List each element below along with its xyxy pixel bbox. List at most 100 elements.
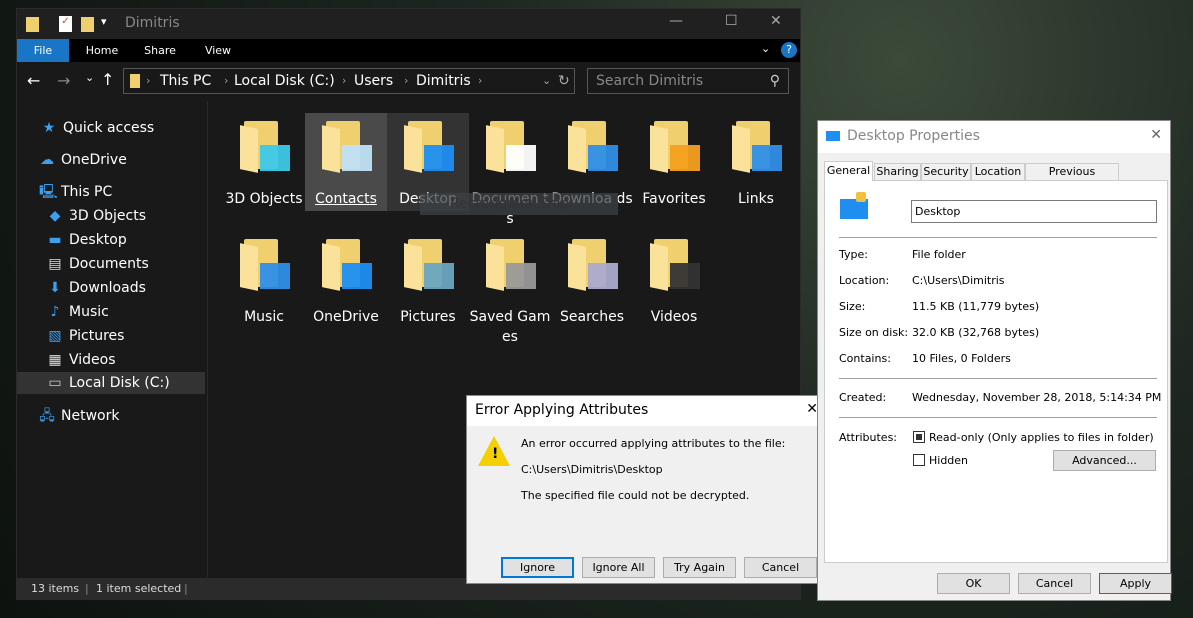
file-item[interactable]: Videos xyxy=(633,231,715,327)
tab-general[interactable]: General xyxy=(824,161,873,181)
file-item[interactable]: 3D Objects xyxy=(223,113,305,209)
nav-documents[interactable]: ▤ Documents xyxy=(47,253,148,275)
recent-locations-icon[interactable]: ⌄ xyxy=(85,71,94,84)
properties-title: Desktop Properties xyxy=(847,128,980,144)
file-item[interactable]: Saved Games xyxy=(469,231,551,347)
shortcut-arrow-icon xyxy=(752,145,782,171)
file-item[interactable]: OneDrive xyxy=(305,231,387,327)
general-tab-panel: Desktop Type: File folder Location: C:\U… xyxy=(824,180,1168,563)
try-again-button[interactable]: Try Again xyxy=(663,557,736,578)
breadcrumb-dimitris[interactable]: Dimitris xyxy=(416,69,471,93)
film-icon xyxy=(670,263,700,289)
breadcrumb-users[interactable]: Users xyxy=(354,69,393,93)
breadcrumb-local-disk[interactable]: Local Disk (C:) xyxy=(234,69,335,93)
location-label: Location: xyxy=(839,274,890,287)
file-item-label: OneDrive xyxy=(313,309,379,325)
folder-icon xyxy=(840,199,868,219)
maximize-icon[interactable]: ☐ xyxy=(725,13,738,29)
folder-icon xyxy=(26,17,39,32)
cancel-button[interactable]: Cancel xyxy=(1018,573,1091,594)
tab-view[interactable]: View xyxy=(193,39,243,62)
search-icon: ⚲ xyxy=(769,73,780,89)
address-bar[interactable]: › This PC › Local Disk (C:) › Users › Di… xyxy=(123,68,575,94)
star-icon xyxy=(670,145,700,171)
type-label: Type: xyxy=(839,248,868,261)
desktop-lock-icon xyxy=(424,145,454,171)
picture-icon xyxy=(424,263,454,289)
search-placeholder: Search Dimitris xyxy=(596,73,704,89)
refresh-icon[interactable]: ↻ xyxy=(558,69,570,93)
folder-lock-icon xyxy=(826,131,840,141)
properties-quick-icon[interactable]: ✓ xyxy=(59,16,72,32)
nav-quick-access[interactable]: ★ Quick access xyxy=(41,117,155,139)
advanced-button[interactable]: Advanced... xyxy=(1053,450,1156,471)
file-item[interactable]: Music xyxy=(223,231,305,327)
new-folder-quick-icon[interactable] xyxy=(81,17,94,32)
magnifier-icon xyxy=(588,263,618,289)
file-item-label: Contacts xyxy=(315,191,377,207)
customize-toolbar-icon[interactable]: ▾ xyxy=(101,15,107,28)
address-dropdown-icon[interactable]: ⌄ xyxy=(542,69,551,93)
nav-music[interactable]: ♪ Music xyxy=(47,301,109,323)
file-item[interactable]: Pictures xyxy=(387,231,469,327)
type-value: File folder xyxy=(912,248,966,261)
readonly-checkbox[interactable] xyxy=(913,431,925,443)
help-icon[interactable]: ? xyxy=(781,42,797,58)
download-icon: ⬇ xyxy=(49,280,61,296)
nav-onedrive[interactable]: ☁ OneDrive xyxy=(39,149,127,171)
nav-pictures[interactable]: ▧ Pictures xyxy=(47,325,124,347)
location-value: C:\Users\Dimitris xyxy=(912,274,1005,287)
navigation-bar: ← → ⌄ ↑ › This PC › Local Disk (C:) › Us… xyxy=(17,62,800,100)
apply-button[interactable]: Apply xyxy=(1099,573,1172,594)
nav-downloads[interactable]: ⬇ Downloads xyxy=(47,277,146,299)
forward-icon[interactable]: → xyxy=(57,71,70,90)
drive-icon: ▭ xyxy=(48,375,62,391)
star-icon: ★ xyxy=(42,120,56,136)
cube-icon: ◆ xyxy=(49,208,61,224)
tab-previous-versions[interactable]: Previous Versions xyxy=(1025,163,1119,194)
tab-share[interactable]: Share xyxy=(135,39,185,62)
tab-location[interactable]: Location xyxy=(971,163,1025,181)
tab-home[interactable]: Home xyxy=(77,39,127,62)
download-arrow-icon xyxy=(588,145,618,171)
back-icon[interactable]: ← xyxy=(27,71,40,90)
hidden-checkbox[interactable] xyxy=(913,454,925,466)
ok-button[interactable]: OK xyxy=(937,573,1010,594)
folder-name-input[interactable]: Desktop xyxy=(911,200,1157,223)
snip-overlay: Rectangular Snip xyxy=(420,193,618,215)
size-label: Size: xyxy=(839,300,866,313)
search-input[interactable]: Search Dimitris ⚲ xyxy=(587,68,789,94)
cube-icon xyxy=(260,145,290,171)
file-item[interactable]: Links xyxy=(715,113,797,209)
title-bar: ✓ ▾ Dimitris — ☐ ✕ xyxy=(17,9,800,39)
network-icon: 🖧 xyxy=(39,408,55,424)
nav-this-pc[interactable]: 🖳 This PC xyxy=(39,181,112,203)
nav-local-disk[interactable]: ▭ Local Disk (C:) xyxy=(17,372,205,394)
tab-sharing[interactable]: Sharing xyxy=(874,163,921,181)
nav-desktop[interactable]: ▬ Desktop xyxy=(47,229,126,251)
file-item[interactable]: Favorites xyxy=(633,113,715,209)
selection-count: 1 item selected xyxy=(96,582,182,595)
tab-file[interactable]: File xyxy=(17,39,69,62)
minimize-icon[interactable]: — xyxy=(669,13,683,29)
close-icon[interactable]: ✕ xyxy=(1150,127,1162,143)
up-icon[interactable]: ↑ xyxy=(101,70,114,89)
nav-3d-objects[interactable]: ◆ 3D Objects xyxy=(47,205,146,227)
chess-piece-icon xyxy=(506,263,536,289)
breadcrumb-this-pc[interactable]: This PC xyxy=(160,69,211,93)
cloud-icon xyxy=(342,263,372,289)
file-item[interactable]: Searches xyxy=(551,231,633,327)
lock-icon xyxy=(856,192,866,202)
expand-ribbon-icon[interactable]: ⌄ xyxy=(761,42,770,55)
nav-network[interactable]: 🖧 Network xyxy=(39,405,119,427)
attributes-label: Attributes: xyxy=(839,431,898,444)
cancel-button[interactable]: Cancel xyxy=(744,557,817,578)
created-label: Created: xyxy=(839,391,887,404)
ignore-all-button[interactable]: Ignore All xyxy=(582,557,655,578)
size-on-disk-label: Size on disk: xyxy=(839,326,909,339)
close-icon[interactable]: ✕ xyxy=(770,13,782,29)
tab-security[interactable]: Security xyxy=(921,163,971,181)
nav-videos[interactable]: ▦ Videos xyxy=(47,349,115,371)
file-item[interactable]: Contacts xyxy=(305,113,387,211)
ignore-button[interactable]: Ignore xyxy=(501,557,574,578)
